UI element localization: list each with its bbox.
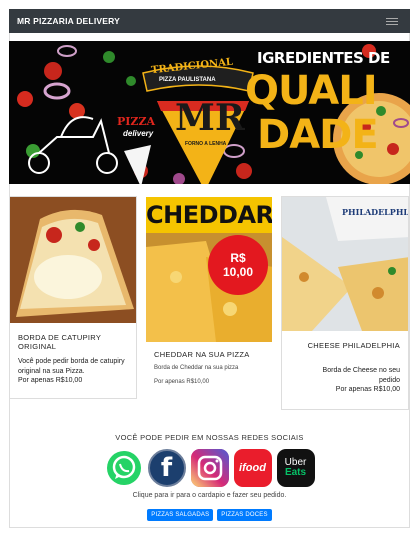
product-card-catupiry[interactable]: BORDA DE CATUPIRY ORIGINAL Você pode ped… [9,196,137,399]
price-badge-line2: 10,00 [222,265,254,279]
hero-headline-top: IGREDIENTES DE [257,49,390,67]
social-title: VOCÊ PODE PEDIR EM NOSSAS REDES SOCIAIS [115,433,304,442]
whatsapp-icon[interactable] [104,449,143,487]
catupiry-pizza-image [10,197,136,323]
card-price: Por apenas R$10,00 [18,376,83,384]
price-badge-line1: R$ [230,251,246,265]
hero-headline-1: QUALI [245,68,378,114]
product-cards: BORDA DE CATUPIRY ORIGINAL Você pode ped… [9,196,410,411]
cheddar-image: CHEDDAR R$ 10,00 [146,197,272,342]
menu-buttons: PIZZAS SALGADAS PIZZAS DOCES [9,509,410,521]
card-price: Por apenas R$10,00 [154,379,210,385]
ubereats-icon[interactable]: Uber Eats [276,449,315,487]
social-icons: f ifood Uber Eats [9,449,410,487]
navbar: MR PIZZARIA DELIVERY [9,9,410,33]
ubereats-line2: Eats [284,467,307,478]
product-card-philadelphia[interactable]: PHILADELPHIA CHEESE PHILADELPHIA Borda d… [281,196,409,410]
ifood-icon[interactable]: ifood [233,449,272,487]
package-label: PHILADELPHIA [342,207,408,217]
pizzas-doces-button[interactable]: PIZZAS DOCES [217,509,272,521]
card-title: BORDA DE CATUPIRY ORIGINAL [18,333,102,351]
card-text: Borda de Cheese no seu pedido [322,367,400,384]
hero-scooter-line1: PIZZA [117,115,156,128]
ifood-glyph: ifood [239,462,266,474]
hero-scooter-line2: delivery [123,129,154,138]
card-price: Por apenas R$10,00 [335,385,400,393]
hero-banner: TRADICIONAL PIZZA PAULISTANA MR FORNO A … [9,41,410,184]
card-title: CHEDDAR NA SUA PIZZA [154,350,250,359]
facebook-icon[interactable]: f [147,449,186,487]
instagram-icon[interactable] [190,449,229,487]
hero-logo-sub: FORNO A LENHA [185,141,227,147]
product-card-cheddar[interactable]: CHEDDAR R$ 10,00 CHEDDAR NA SUA PIZZA Bo… [145,196,273,393]
facebook-glyph: f [160,453,173,483]
social-subtitle: Clique para ir para o cardapio e fazer s… [132,492,287,499]
card-title: CHEESE PHILADELPHIA [307,341,400,350]
navbar-brand[interactable]: MR PIZZARIA DELIVERY [17,16,120,26]
hamburger-icon[interactable] [384,15,400,28]
price-badge: R$ 10,00 [208,235,268,295]
hero-logo: MR [175,97,245,139]
card-text: Borda de Cheddar na sua pizza [154,365,239,371]
hero-badge-line2: PIZZA PAULISTANA [159,77,216,83]
pizzas-salgadas-button[interactable]: PIZZAS SALGADAS [147,509,214,521]
card-text: Você pode pedir borda de catupiry origin… [18,358,125,375]
social-section: VOCÊ PODE PEDIR EM NOSSAS REDES SOCIAIS … [9,423,410,528]
philadelphia-image: PHILADELPHIA [282,197,408,331]
hero-headline-2: DADE [257,112,379,158]
